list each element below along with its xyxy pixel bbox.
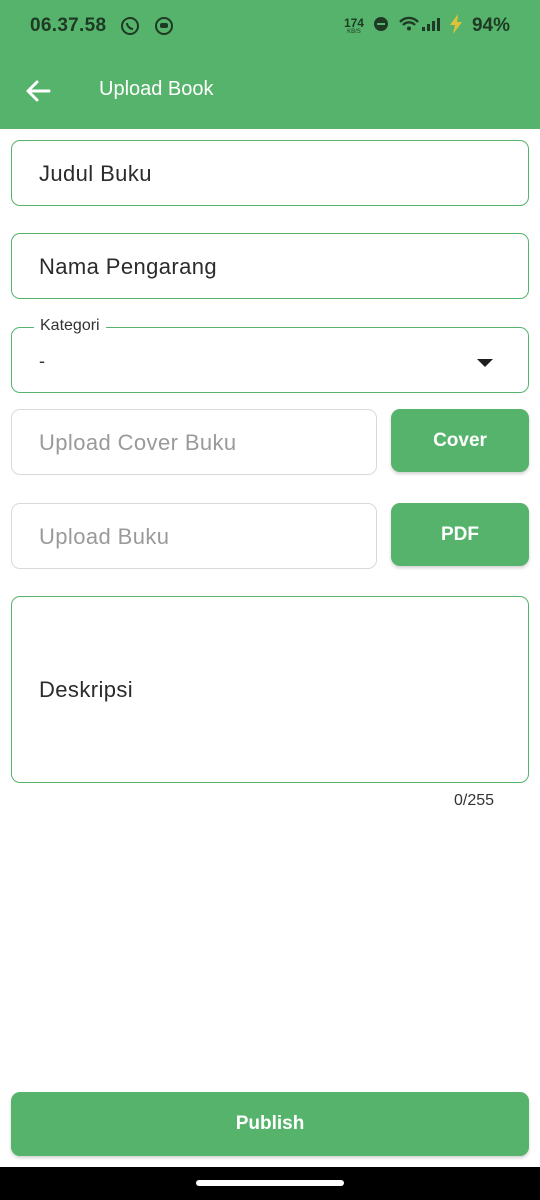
upload-buku-field: Upload Buku — [11, 503, 377, 569]
pdf-button[interactable]: PDF — [391, 503, 529, 566]
nama-pengarang-field[interactable]: Nama Pengarang — [11, 233, 529, 299]
app-notification-icon — [154, 16, 174, 36]
kategori-value: - — [39, 351, 45, 371]
cover-button[interactable]: Cover — [391, 409, 529, 472]
charging-icon — [449, 13, 463, 39]
judul-buku-field[interactable]: Judul Buku — [11, 140, 529, 206]
battery-level: 94% — [471, 15, 510, 36]
top-bar: 06.37.58 174 KB/S 94% Upload Book — [0, 0, 540, 129]
network-speed: 174 KB/S — [343, 16, 364, 35]
whatsapp-icon — [120, 16, 140, 36]
kategori-dropdown[interactable]: Kategori - — [11, 317, 529, 393]
upload-cover-placeholder: Upload Cover Buku — [39, 430, 237, 455]
upload-cover-field: Upload Cover Buku — [11, 409, 377, 475]
status-time: 06.37.58 — [30, 15, 107, 36]
home-indicator[interactable] — [196, 1180, 344, 1186]
deskripsi-textarea[interactable]: Deskripsi — [11, 596, 529, 783]
publish-button[interactable]: Publish — [11, 1092, 529, 1156]
app-bar: Upload Book — [0, 52, 540, 129]
status-bar: 06.37.58 174 KB/S 94% — [0, 0, 540, 52]
page-title: Upload Book — [99, 78, 214, 100]
back-button[interactable] — [24, 77, 52, 105]
dropdown-arrow-icon — [477, 359, 493, 367]
arrow-left-icon — [26, 80, 51, 102]
kategori-label: Kategori — [34, 317, 106, 335]
upload-buku-placeholder: Upload Buku — [39, 524, 170, 549]
deskripsi-text: Deskripsi — [39, 677, 134, 702]
nama-pengarang-text: Nama Pengarang — [39, 254, 218, 279]
character-counter: 0/255 — [454, 792, 495, 809]
judul-buku-text: Judul Buku — [39, 161, 152, 186]
wifi-signal-icon — [398, 16, 440, 37]
do-not-disturb-icon — [373, 16, 389, 37]
